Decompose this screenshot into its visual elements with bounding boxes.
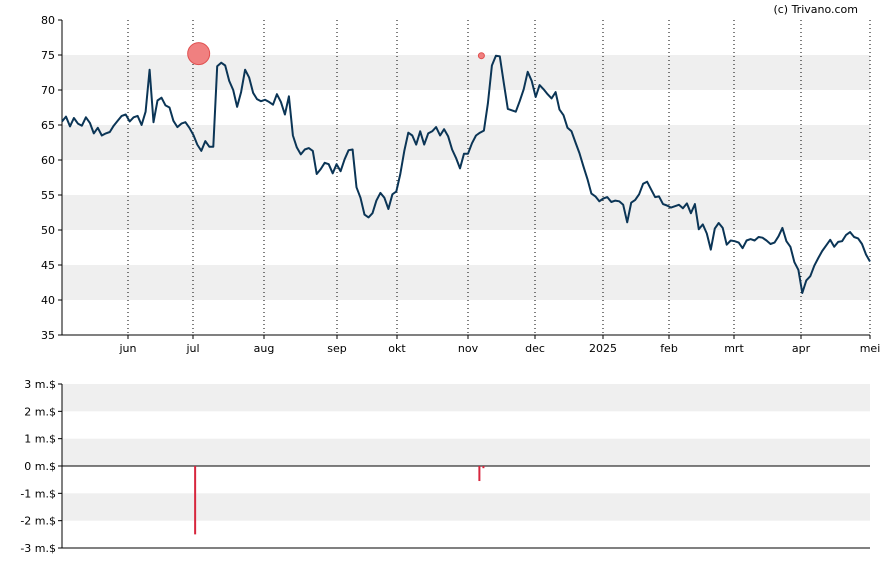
x-tick-label: mrt (724, 342, 744, 355)
flow-y-tick-label: 3 m.$ (24, 378, 56, 391)
price-y-tick-label: 35 (41, 329, 55, 342)
price-y-tick-label: 75 (41, 49, 55, 62)
x-tick-label: feb (660, 342, 678, 355)
stock-chart: (c) Trivano.com 35 40 45 50 55 60 65 70 75 80 jun j… (20, 3, 881, 555)
flow-grid-band (62, 493, 870, 521)
x-tick-label: aug (254, 342, 275, 355)
flow-y-tick-label: -1 m.$ (20, 487, 56, 500)
flow-y-tick-label: -3 m.$ (20, 542, 56, 555)
flow-grid-band (62, 438, 870, 466)
flow-y-tick-label: -2 m.$ (20, 515, 56, 528)
price-y-tick-label: 45 (41, 259, 55, 272)
price-y-tick-label: 55 (41, 189, 55, 202)
x-tick-label: apr (792, 342, 811, 355)
price-grid-band (62, 265, 870, 300)
x-tick-label: jun (119, 342, 137, 355)
price-grid-band (62, 195, 870, 230)
x-tick-label: sep (327, 342, 346, 355)
x-tick-label: dec (525, 342, 545, 355)
x-tick-label: okt (388, 342, 406, 355)
price-y-tick-label: 70 (41, 84, 55, 97)
x-tick-label: 2025 (589, 342, 617, 355)
event-marker (477, 52, 485, 60)
price-y-tick-label: 40 (41, 294, 55, 307)
chart-stage: (c) Trivano.com 35 40 45 50 55 60 65 70 75 80 jun j… (0, 0, 888, 565)
price-y-tick-label: 50 (41, 224, 55, 237)
flow-grid-band (62, 384, 870, 412)
flow-y-tick-label: 0 m.$ (24, 460, 56, 473)
price-grid-band (62, 125, 870, 160)
price-y-tick-label: 60 (41, 154, 55, 167)
price-y-tick-label: 80 (41, 14, 55, 27)
x-tick-label: jul (185, 342, 199, 355)
price-y-tick-label: 65 (41, 119, 55, 132)
price-line (61, 54, 871, 294)
flow-y-tick-label: 1 m.$ (24, 433, 56, 446)
price-grid-band (62, 55, 870, 90)
flow-y-tick-label: 2 m.$ (24, 405, 56, 418)
event-marker (187, 42, 211, 66)
x-tick-label: nov (458, 342, 479, 355)
credit-label: (c) Trivano.com (773, 3, 858, 16)
x-tick-label: mei (860, 342, 881, 355)
